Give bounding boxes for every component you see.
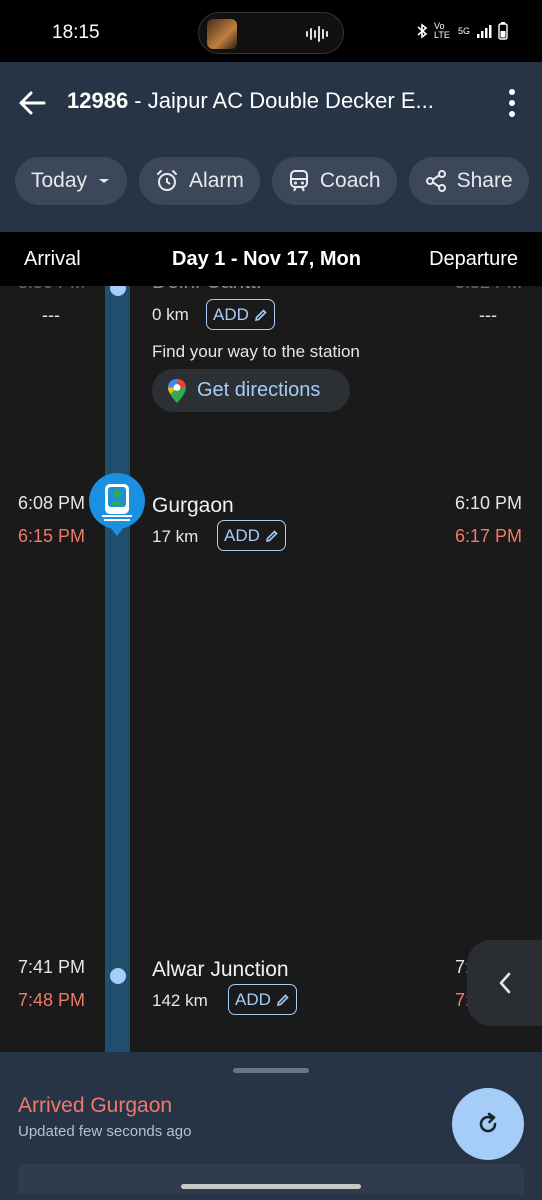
app-bar: 12986 - Jaipur AC Double Decker E... Tod… — [0, 62, 542, 232]
station-dot — [110, 968, 126, 984]
arrival-actual-time: 7:48 PM — [18, 990, 86, 1010]
route-track — [105, 286, 130, 1052]
train-icon — [289, 170, 308, 192]
status-icons: Vo LTE 5G — [416, 22, 508, 40]
more-options-icon[interactable] — [504, 88, 520, 118]
refresh-button[interactable] — [452, 1088, 524, 1160]
status-time: 18:15 — [52, 22, 100, 43]
station-distance: 142 km — [152, 991, 208, 1010]
departure-header: Departure — [429, 248, 518, 270]
page-title: 12986 - Jaipur AC Double Decker E... — [67, 88, 487, 114]
add-note-button[interactable]: ADD — [206, 299, 275, 330]
coach-chip-label: Coach — [319, 169, 381, 192]
sheet-drag-handle[interactable] — [233, 1068, 309, 1073]
add-label: ADD — [224, 525, 260, 545]
map-pin-icon — [168, 378, 186, 403]
chevron-left-icon — [499, 972, 511, 994]
album-art — [207, 19, 237, 49]
day-label: Day 1 - Nov 17, Mon — [172, 248, 361, 270]
train-status: Arrived Gurgaon — [18, 1094, 173, 1117]
network-label: 5G — [457, 26, 470, 36]
train-name: - Jaipur AC Double Decker E... — [128, 88, 434, 113]
chevron-down-icon — [99, 179, 110, 183]
audio-wave-icon — [306, 26, 328, 42]
alarm-chip[interactable]: Alarm — [139, 157, 260, 205]
day-header: Arrival Day 1 - Nov 17, Mon Departure — [0, 232, 542, 286]
departure-actual-time: --- — [479, 305, 497, 325]
arrival-header: Arrival — [24, 248, 81, 270]
pencil-icon — [265, 529, 278, 542]
get-directions-label: Get directions — [197, 379, 321, 401]
station-distance: 0 km — [152, 305, 189, 324]
arrival-scheduled-time: 6:08 PM — [18, 493, 86, 513]
pencil-icon — [276, 993, 289, 1006]
directions-hint: Find your way to the station — [152, 342, 360, 361]
media-island[interactable] — [198, 12, 344, 54]
share-chip-label: Share — [456, 169, 513, 192]
bluetooth-icon — [417, 23, 428, 39]
home-indicator[interactable] — [181, 1184, 361, 1189]
coach-chip[interactable]: Coach — [271, 157, 397, 205]
share-icon — [425, 170, 446, 192]
add-note-button[interactable]: ADD — [228, 984, 297, 1015]
volte-label: Vo LTE — [433, 21, 450, 40]
add-label: ADD — [235, 989, 271, 1009]
get-directions-button[interactable]: Get directions — [152, 369, 350, 412]
pencil-icon — [254, 308, 267, 321]
signal-icon — [477, 25, 492, 38]
back-arrow-icon[interactable] — [16, 86, 50, 120]
status-bar: 18:15 Vo LTE 5G — [0, 0, 542, 62]
station-name[interactable]: Gurgaon — [152, 494, 234, 518]
current-train-icon — [89, 473, 145, 536]
share-chip[interactable]: Share — [408, 157, 529, 205]
alarm-icon — [157, 170, 178, 191]
side-panel-handle[interactable] — [467, 940, 542, 1026]
alarm-chip-label: Alarm — [189, 169, 244, 192]
updated-time: Updated few seconds ago — [18, 1123, 192, 1140]
station-name[interactable]: Alwar Junction — [152, 958, 289, 982]
departure-scheduled-time: 6:10 PM — [455, 493, 523, 513]
action-chips: Today Alarm Coach Share — [15, 157, 529, 205]
arrival-actual-time: 6:15 PM — [18, 526, 86, 546]
station-distance: 17 km — [152, 527, 199, 546]
battery-icon — [498, 22, 508, 40]
add-label: ADD — [213, 304, 249, 324]
today-chip[interactable]: Today — [15, 157, 128, 205]
today-chip-label: Today — [31, 169, 88, 192]
departure-actual-time: 6:17 PM — [455, 526, 523, 546]
arrival-scheduled-time: 7:41 PM — [18, 957, 86, 977]
sheet-content-card — [18, 1164, 524, 1194]
train-number: 12986 — [67, 88, 129, 113]
arrival-actual-time: --- — [42, 305, 60, 325]
refresh-icon — [479, 1112, 497, 1133]
add-note-button[interactable]: ADD — [217, 520, 286, 551]
